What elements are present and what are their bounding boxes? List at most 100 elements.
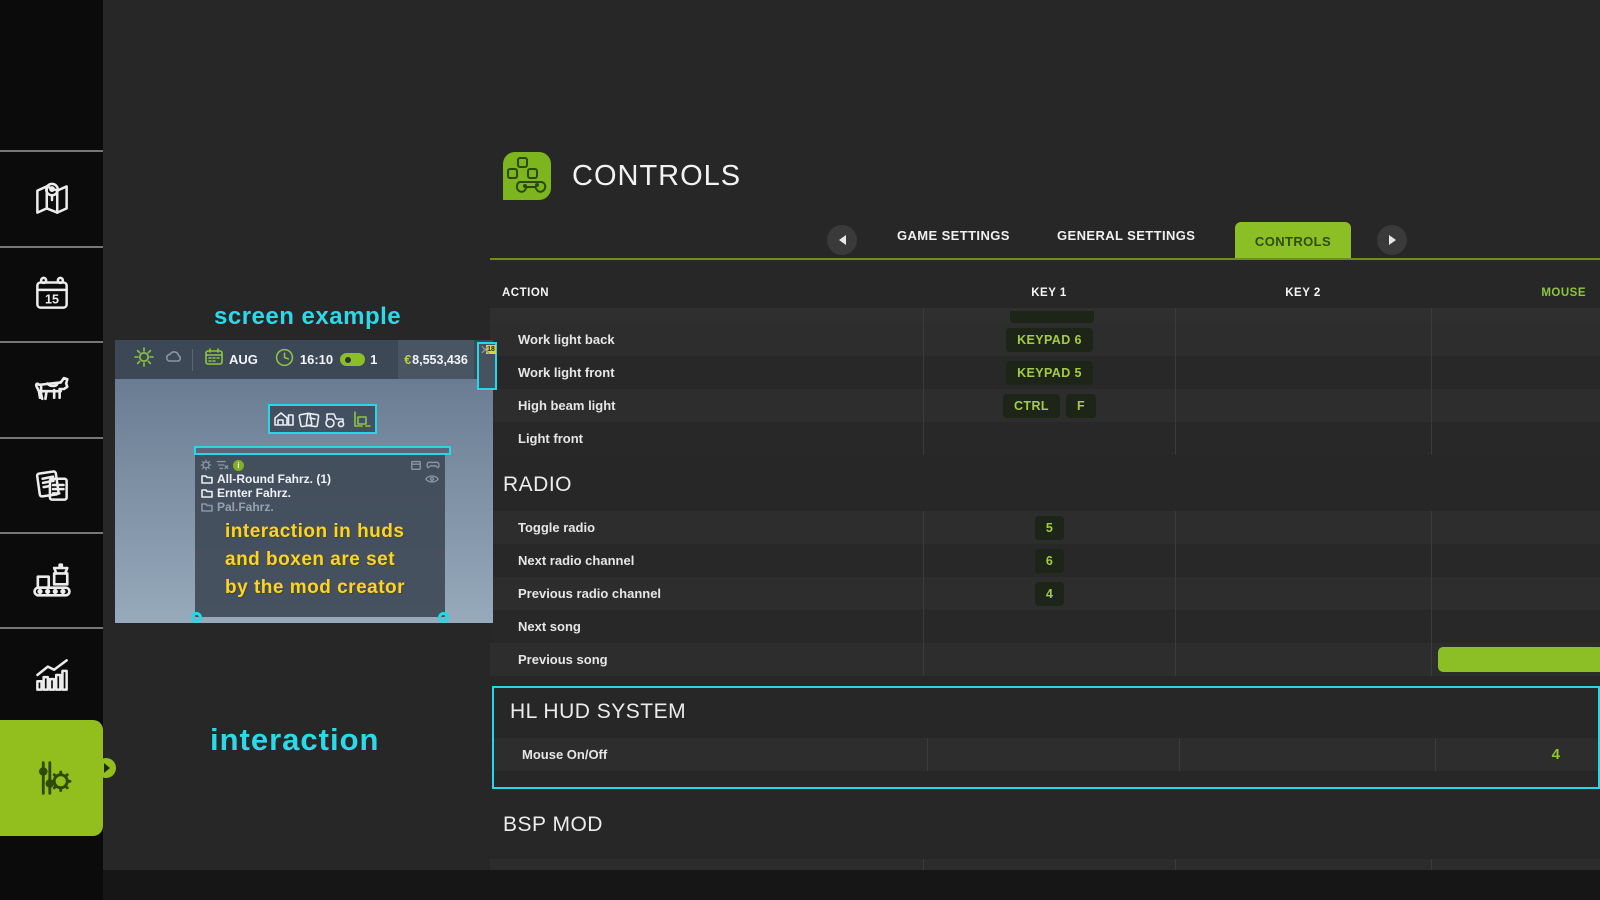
action-label: Previous radio channel <box>490 577 923 610</box>
action-label: Next radio channel <box>490 544 923 577</box>
calendar-icon: 15 <box>29 271 75 317</box>
mouse-cell[interactable]: 4 <box>1435 738 1598 771</box>
key2-cell[interactable] <box>1175 511 1431 544</box>
mouse-cell[interactable] <box>1431 422 1600 455</box>
key-badge[interactable]: KEYPAD 6 <box>1006 328 1093 352</box>
table-row[interactable]: Work light back KEYPAD 6 <box>490 323 1600 356</box>
mouse-cell[interactable] <box>1431 511 1600 544</box>
tab-controls-active[interactable]: CONTROLS <box>1235 222 1351 260</box>
key-badge[interactable]: 5 <box>1035 516 1064 540</box>
inset-corner-selection: 18 <box>477 342 497 390</box>
gear-mini-icon <box>200 459 212 471</box>
sidebar-item-controls-active[interactable] <box>0 720 103 836</box>
key1-cell[interactable]: KEYPAD 6 <box>923 323 1175 356</box>
tab-controls-label: CONTROLS <box>1255 234 1331 249</box>
svg-text:15: 15 <box>45 292 59 306</box>
key2-cell[interactable] <box>1175 422 1431 455</box>
tractor-icon <box>323 409 347 429</box>
table-header: ACTION KEY 1 KEY 2 MOUSE <box>490 278 1600 308</box>
section-title: BSP MOD <box>490 795 1600 851</box>
sidebar: 15 <box>0 0 103 900</box>
key1-cell[interactable]: KEYPAD 5 <box>923 356 1175 389</box>
time-label: 16:10 <box>300 352 333 367</box>
table-groups: Work light back KEYPAD 6 Work light frontK… <box>490 323 1600 851</box>
sidebar-item-finances[interactable] <box>0 439 103 531</box>
action-label: Light front <box>490 422 923 455</box>
hud-toolbar-selection <box>268 404 377 434</box>
table-row[interactable]: Work light frontKEYPAD 5 <box>490 356 1600 389</box>
bottom-clip-strip <box>103 870 1600 900</box>
tab-general-settings[interactable]: GENERAL SETTINGS <box>1057 228 1195 243</box>
currency-symbol: € <box>404 353 411 367</box>
key1-cell[interactable]: 5 <box>923 511 1175 544</box>
tab-game-settings[interactable]: GAME SETTINGS <box>897 228 1010 243</box>
stacker-icon <box>350 409 372 429</box>
mouse-cell[interactable] <box>1431 610 1600 643</box>
key-badge[interactable]: 6 <box>1035 549 1064 573</box>
mouse-cell[interactable] <box>1431 577 1600 610</box>
sidebar-item-animals[interactable] <box>0 343 103 435</box>
table-row[interactable]: Light front <box>490 422 1600 455</box>
sidebar-item-calendar[interactable]: 15 <box>0 248 103 340</box>
key2-cell[interactable] <box>1175 356 1431 389</box>
panel-list-item: Ernter Fahrz. <box>195 486 445 500</box>
key-badge[interactable]: F <box>1066 394 1096 418</box>
action-label: Next song <box>490 610 923 643</box>
sidebar-separator <box>0 150 103 152</box>
key-badge[interactable]: KEYPAD 5 <box>1006 361 1093 385</box>
table-row[interactable]: Previous radio channel 4 <box>490 577 1600 610</box>
key1-cell[interactable] <box>923 643 1175 676</box>
arrow-right-icon <box>1389 235 1396 245</box>
mouse-cell[interactable] <box>1431 389 1600 422</box>
documents-icon <box>29 462 75 508</box>
key1-cell[interactable] <box>923 610 1175 643</box>
mouse-cell[interactable] <box>1431 544 1600 577</box>
table-group-radio: RADIOToggle radio5Next radio channel6Pre… <box>490 455 1600 676</box>
topbar-divider <box>192 349 193 371</box>
tool-icon <box>480 345 491 355</box>
panel-list: All-Round Fahrz. (1)Ernter Fahrz.Pal.Fah… <box>195 472 445 514</box>
mouse-binding-bar[interactable] <box>1438 647 1600 672</box>
key2-cell[interactable] <box>1175 577 1431 610</box>
cloud-icon <box>164 349 184 370</box>
folder-icon <box>201 502 213 512</box>
table-row[interactable]: Toggle radio5 <box>490 511 1600 544</box>
key2-cell[interactable] <box>1179 738 1435 771</box>
key2-cell[interactable] <box>1175 544 1431 577</box>
key1-cell[interactable]: 6 <box>923 544 1175 577</box>
money-amount: 8,553,436 <box>412 353 468 367</box>
key-badge[interactable]: CTRL <box>1003 394 1060 418</box>
table-row[interactable]: Next radio channel 6 <box>490 544 1600 577</box>
chart-icon <box>29 652 75 698</box>
key2-cell[interactable] <box>1175 323 1431 356</box>
table-row[interactable]: High beam lightCTRLF <box>490 389 1600 422</box>
finance-cards-icon <box>298 409 320 429</box>
key1-cell[interactable]: 4 <box>923 577 1175 610</box>
farm-icon <box>273 409 295 429</box>
tabs-prev-button[interactable] <box>827 225 857 255</box>
key2-cell[interactable] <box>1175 610 1431 643</box>
key2-cell[interactable] <box>1175 643 1431 676</box>
speed-label: 1 <box>370 352 377 367</box>
action-label: Work light back <box>490 323 923 356</box>
table-row[interactable]: Next song <box>490 610 1600 643</box>
sidebar-item-statistics[interactable] <box>0 629 103 721</box>
mouse-cell[interactable] <box>1431 356 1600 389</box>
yellow-note-line: by the mod creator <box>195 574 445 602</box>
key1-cell[interactable]: CTRLF <box>923 389 1175 422</box>
key1-cell[interactable] <box>923 422 1175 455</box>
screen: 15 <box>0 0 1600 900</box>
key-badge[interactable]: 4 <box>1035 582 1064 606</box>
mouse-cell[interactable] <box>1431 643 1600 676</box>
key2-cell[interactable] <box>1175 389 1431 422</box>
mouse-cell[interactable] <box>1431 323 1600 356</box>
info-icon: i <box>233 460 244 471</box>
sidebar-item-map[interactable] <box>0 153 103 245</box>
key1-cell[interactable] <box>927 738 1179 771</box>
table-row[interactable]: Previous song <box>490 643 1600 676</box>
panel-item-label: Ernter Fahrz. <box>217 486 291 500</box>
sidebar-item-production[interactable] <box>0 534 103 626</box>
notch-arrow-icon <box>104 763 110 773</box>
tabs-next-button[interactable] <box>1377 225 1407 255</box>
table-row[interactable]: Mouse On/Off4 <box>494 738 1598 771</box>
